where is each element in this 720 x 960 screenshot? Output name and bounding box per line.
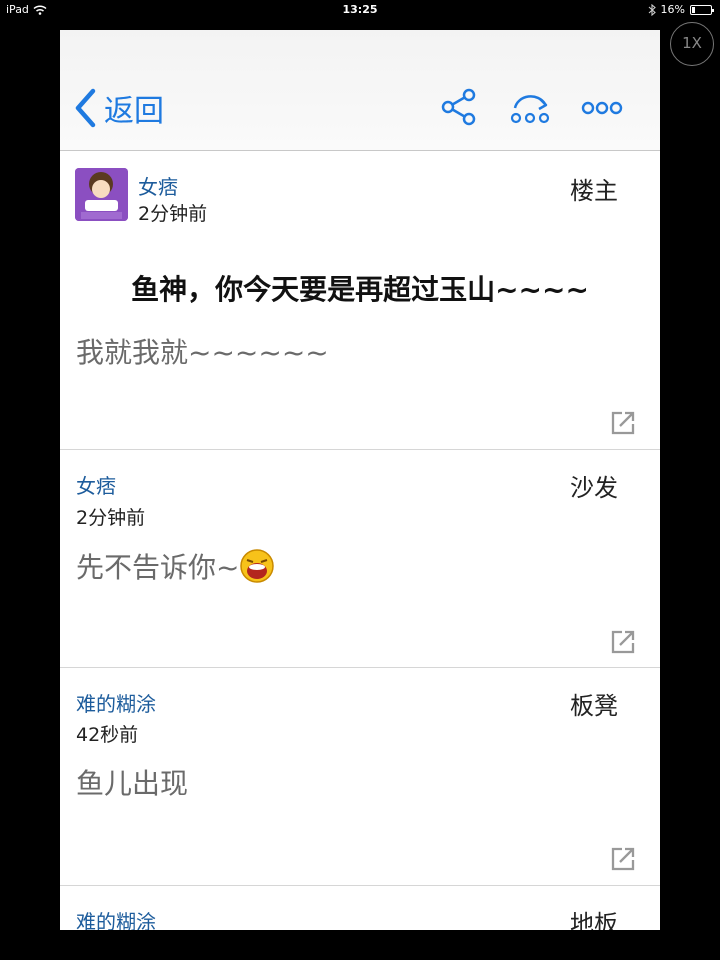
share-icon[interactable] xyxy=(441,88,477,126)
post-item: 女痞 2分钟前 楼主 鱼神，你今天要是再超过玉山~~~~ 我就我就~~~~~~ xyxy=(60,151,660,450)
back-label: 返回 xyxy=(104,94,164,129)
post-author[interactable]: 难的糊涂 xyxy=(76,906,156,930)
status-right: 16% xyxy=(648,3,714,16)
post-floor: 板凳 xyxy=(570,692,618,720)
post-content-row: 先不告诉你~ xyxy=(76,546,275,586)
open-external-icon[interactable] xyxy=(610,846,636,872)
status-bar: iPad 13:25 16% xyxy=(0,0,720,20)
app-window: 返回 女痞 2分钟前 楼主 鱼神，你今天要是再超过玉山~~~~ 我就我就~~~~… xyxy=(60,30,660,930)
post-title: 鱼神，你今天要是再超过玉山~~~~ xyxy=(131,273,589,306)
post-content: 先不告诉你~ xyxy=(76,551,240,584)
post-floor: 地板 xyxy=(570,910,618,930)
laughing-face-icon xyxy=(240,549,275,583)
back-button[interactable]: 返回 xyxy=(74,86,164,130)
post-time: 42秒前 xyxy=(76,724,139,746)
reply-icon[interactable] xyxy=(509,90,553,126)
post-author[interactable]: 难的糊涂 xyxy=(76,688,156,717)
post-floor: 楼主 xyxy=(570,177,618,205)
bluetooth-icon xyxy=(648,3,656,16)
post-time: 2分钟前 xyxy=(76,507,146,529)
post-item: 难的糊涂 42秒前 板凳 鱼儿出现 xyxy=(60,668,660,886)
battery-icon xyxy=(690,4,714,15)
battery-fill xyxy=(692,6,695,13)
status-time: 13:25 xyxy=(342,3,378,16)
post-time: 2分钟前 xyxy=(138,203,208,225)
post-author[interactable]: 女痞 xyxy=(76,470,116,499)
post-author[interactable]: 女痞 xyxy=(138,171,178,200)
avatar[interactable] xyxy=(75,168,128,221)
post-content: 鱼儿出现 xyxy=(76,767,189,800)
post-content: 我就我就~~~~~~ xyxy=(76,336,329,369)
battery-percent: 16% xyxy=(660,3,685,16)
zoom-toggle-button[interactable]: 1X xyxy=(670,22,714,66)
post-item: 难的糊涂 地板 xyxy=(60,886,660,930)
post-item: 女痞 2分钟前 沙发 先不告诉你~ xyxy=(60,450,660,668)
post-floor: 沙发 xyxy=(570,474,618,502)
navigation-bar: 返回 xyxy=(60,30,660,151)
open-external-icon[interactable] xyxy=(610,629,636,655)
open-external-icon[interactable] xyxy=(610,410,636,436)
more-icon[interactable] xyxy=(581,98,623,118)
avatar-image xyxy=(75,168,128,221)
chevron-left-icon xyxy=(75,88,96,128)
